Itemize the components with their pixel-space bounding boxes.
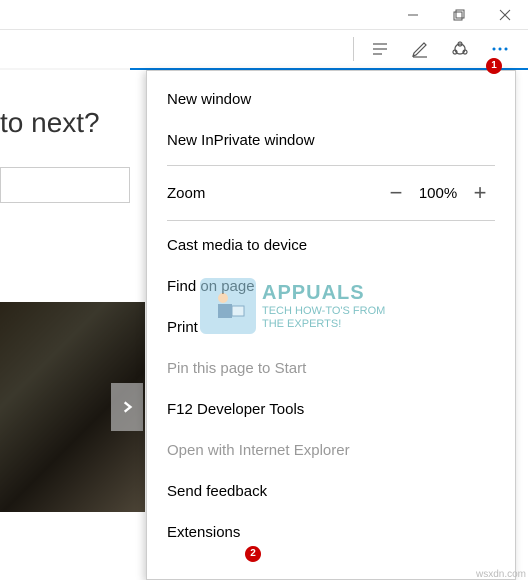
maximize-button[interactable] xyxy=(436,0,482,30)
menu-new-window[interactable]: New window xyxy=(147,79,515,120)
minimize-button[interactable] xyxy=(390,0,436,30)
menu-dev-tools[interactable]: F12 Developer Tools xyxy=(147,389,515,430)
menu-separator xyxy=(167,220,495,221)
web-note-icon[interactable] xyxy=(400,31,440,67)
separator xyxy=(353,37,354,61)
menu-find[interactable]: Find on page xyxy=(147,266,515,307)
menu-zoom-row: Zoom − 100% + xyxy=(147,170,515,216)
annotation-badge-1: 1 xyxy=(486,58,502,74)
menu-extensions[interactable]: Extensions xyxy=(147,512,515,553)
menu-new-inprivate[interactable]: New InPrivate window xyxy=(147,120,515,161)
zoom-value: 100% xyxy=(411,185,465,202)
next-arrow-button[interactable] xyxy=(111,383,143,431)
menu-pin-start: Pin this page to Start xyxy=(147,348,515,389)
share-icon[interactable] xyxy=(440,31,480,67)
source-footer: wsxdn.com xyxy=(476,569,526,580)
search-input[interactable] xyxy=(0,167,130,203)
menu-separator xyxy=(167,165,495,166)
menu-cast[interactable]: Cast media to device xyxy=(147,225,515,266)
menu-print[interactable]: Print xyxy=(147,307,515,348)
menu-open-ie: Open with Internet Explorer xyxy=(147,430,515,471)
content-thumbnail[interactable] xyxy=(0,302,145,512)
reading-view-icon[interactable] xyxy=(360,31,400,67)
zoom-out-button[interactable]: − xyxy=(381,180,411,206)
zoom-in-button[interactable]: + xyxy=(465,180,495,206)
browser-toolbar xyxy=(0,30,528,70)
annotation-badge-2: 2 xyxy=(245,546,261,562)
settings-menu: New window New InPrivate window Zoom − 1… xyxy=(146,70,516,580)
zoom-label: Zoom xyxy=(167,185,381,202)
menu-feedback[interactable]: Send feedback xyxy=(147,471,515,512)
close-button[interactable] xyxy=(482,0,528,30)
window-titlebar xyxy=(0,0,528,30)
